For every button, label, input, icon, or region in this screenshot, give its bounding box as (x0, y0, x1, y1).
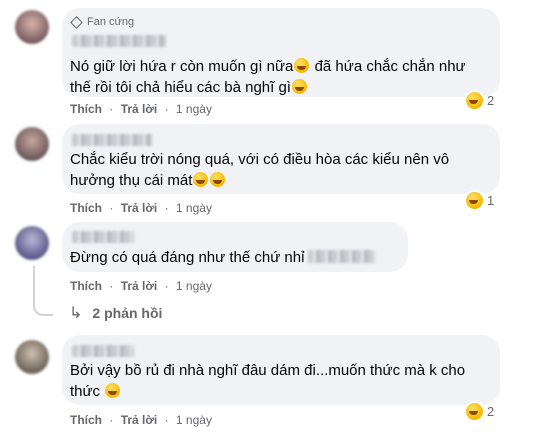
comment-bubble: Đừng có quá đáng như thế chứ nhỉ (62, 222, 408, 272)
avatar[interactable] (15, 226, 49, 260)
comment-text-line-2: thức (70, 381, 121, 402)
comment-actions: Thích · Trả lời · 1 ngày (70, 102, 212, 116)
avatar[interactable] (15, 340, 49, 374)
reaction-summary[interactable]: 1 (465, 190, 494, 210)
author-name[interactable] (72, 134, 152, 146)
like-link[interactable]: Thích (70, 102, 102, 116)
badge-label: Fan cứng (87, 16, 135, 28)
comment-actions: Thích · Trả lời · 1 ngày (70, 413, 212, 427)
worried-emoji-icon (291, 79, 307, 94)
fan-badge: Fan cứng (70, 15, 135, 29)
reply-link[interactable]: Trả lời (121, 201, 158, 215)
like-link[interactable]: Thích (70, 279, 102, 293)
reaction-count: 2 (487, 403, 495, 419)
laughing-emoji-icon (466, 402, 483, 420)
timestamp[interactable]: 1 ngày (176, 201, 212, 215)
reply-link[interactable]: Trả lời (121, 102, 158, 116)
smiling-emoji-icon (105, 383, 121, 398)
avatar[interactable] (15, 10, 49, 44)
comment-text-line-1: Nó giữ lời hứa r còn muốn gì nữa đã hứa … (70, 58, 466, 75)
thread-connector (33, 266, 53, 316)
author-name[interactable] (72, 231, 134, 243)
like-link[interactable]: Thích (70, 201, 102, 215)
comment-text-line-1: Bởi vậy bồ rủ đi nhà nghĩ đâu dám đi...m… (70, 362, 466, 379)
comment-text-line-1: Đừng có quá đáng như thế chứ nhỉ (70, 247, 377, 268)
comment-text-line-2: thế rồi tôi chả hiểu các bà nghĩ gì (70, 77, 308, 98)
reaction-count: 2 (487, 92, 495, 108)
view-replies-button[interactable]: ↳ 2 phản hồi (69, 303, 162, 323)
laughing-emoji-icon (193, 172, 209, 187)
author-name[interactable] (72, 35, 166, 47)
timestamp[interactable]: 1 ngày (176, 413, 212, 427)
diamond-icon (70, 15, 83, 29)
comment-text-line-2: hưởng thụ cái mát (70, 170, 226, 191)
comment-actions: Thích · Trả lời · 1 ngày (70, 201, 212, 215)
blurred-mention (308, 250, 377, 263)
reaction-count: 1 (487, 192, 495, 208)
laughing-emoji-icon (466, 191, 483, 209)
timestamp[interactable]: 1 ngày (176, 279, 212, 293)
laughing-emoji-icon (466, 91, 483, 109)
comment-text-line-1: Chắc kiểu trời nóng quá, với có điều hòa… (70, 151, 450, 168)
comment-bubble: Chắc kiểu trời nóng quá, với có điều hòa… (62, 124, 500, 194)
replies-label: 2 phản hồi (92, 305, 163, 321)
comment-bubble: Bởi vậy bồ rủ đi nhà nghĩ đâu dám đi...m… (62, 335, 500, 405)
avatar[interactable] (15, 127, 49, 161)
reaction-summary[interactable]: 2 (465, 401, 494, 421)
reaction-summary[interactable]: 2 (465, 90, 494, 110)
comment-bubble: Fan cứng Nó giữ lời hứa r còn muốn gì nữ… (62, 8, 500, 97)
like-link[interactable]: Thích (70, 413, 102, 427)
reply-link[interactable]: Trả lời (121, 279, 158, 293)
comment-actions: Thích · Trả lời · 1 ngày (70, 279, 212, 293)
reply-link[interactable]: Trả lời (121, 413, 158, 427)
author-name[interactable] (72, 345, 134, 357)
reply-arrow-icon: ↳ (69, 305, 83, 322)
timestamp[interactable]: 1 ngày (176, 102, 212, 116)
laughing-emoji-icon (210, 172, 226, 187)
laughing-emoji-icon (294, 58, 310, 73)
